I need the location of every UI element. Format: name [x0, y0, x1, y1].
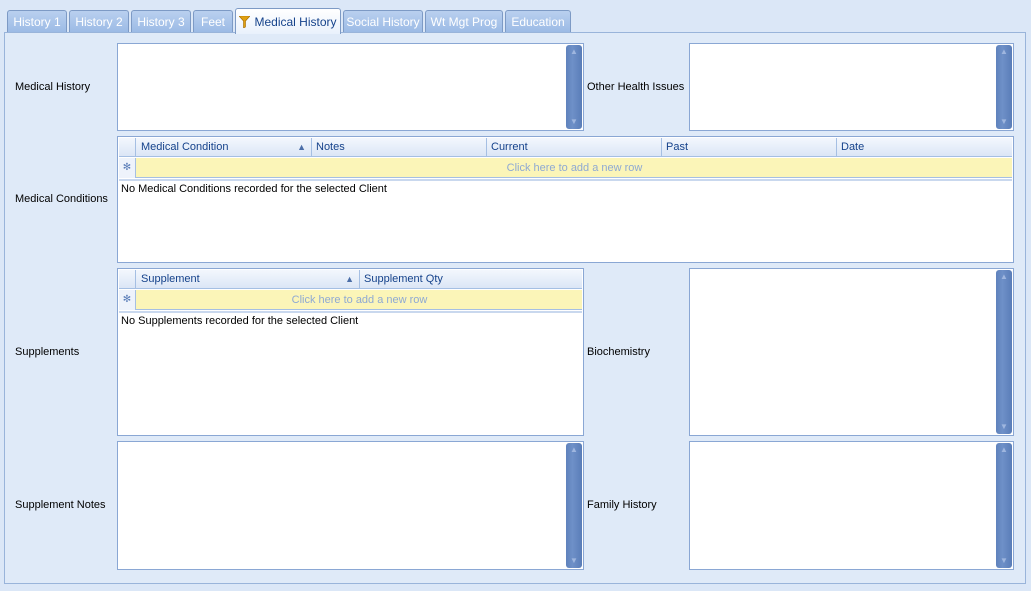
new-row-asterisk-icon: ✻: [119, 158, 136, 178]
column-label: Medical Condition: [141, 141, 229, 153]
scroll-down-icon[interactable]: ▼: [996, 116, 1012, 128]
column-label: Supplement: [141, 273, 200, 285]
biochemistry-memo[interactable]: ▲ ▼: [689, 268, 1014, 436]
sort-ascending-icon: ▲: [345, 274, 354, 284]
tab-label: Medical History: [254, 14, 337, 29]
column-current[interactable]: Current: [487, 138, 662, 157]
column-label: Date: [841, 141, 865, 153]
new-row-prompt[interactable]: Click here to add a new row: [137, 290, 582, 310]
vertical-scrollbar[interactable]: ▲ ▼: [566, 443, 582, 568]
column-supplement[interactable]: Supplement ▲: [137, 270, 360, 289]
vertical-scrollbar[interactable]: ▲ ▼: [996, 45, 1012, 129]
scroll-down-icon[interactable]: ▼: [566, 116, 582, 128]
scroll-up-icon[interactable]: ▲: [996, 46, 1012, 58]
row-indicator-header: [119, 138, 136, 157]
column-supplement-qty[interactable]: Supplement Qty: [360, 270, 582, 289]
scroll-down-icon[interactable]: ▼: [996, 555, 1012, 567]
medical-history-label: Medical History: [15, 81, 91, 93]
tab-social-history[interactable]: Social History: [343, 10, 423, 32]
tab-label: Social History: [346, 14, 420, 29]
tab-label: History 1: [13, 14, 61, 29]
scroll-up-icon[interactable]: ▲: [566, 444, 582, 456]
empty-grid-message: No Medical Conditions recorded for the s…: [121, 183, 387, 195]
supplement-notes-memo[interactable]: ▲ ▼: [117, 441, 584, 570]
scroll-up-icon[interactable]: ▲: [996, 271, 1012, 283]
tab-education[interactable]: Education: [505, 10, 571, 32]
vertical-scrollbar[interactable]: ▲ ▼: [996, 270, 1012, 434]
tab-history-1[interactable]: History 1: [7, 10, 67, 32]
column-date[interactable]: Date: [837, 138, 1012, 157]
medical-conditions-label: Medical Conditions: [15, 193, 108, 205]
scroll-up-icon[interactable]: ▲: [566, 46, 582, 58]
tab-label: Education: [511, 14, 565, 29]
scroll-up-icon[interactable]: ▲: [996, 444, 1012, 456]
tab-label: Feet: [200, 14, 225, 29]
tab-history-2[interactable]: History 2: [69, 10, 129, 32]
new-row-asterisk-icon: ✻: [119, 290, 136, 310]
tab-feet[interactable]: Feet: [193, 10, 233, 32]
column-label: Current: [491, 141, 528, 153]
column-label: Notes: [316, 141, 345, 153]
filter-icon: [238, 15, 252, 28]
medical-history-memo[interactable]: ▲ ▼: [117, 43, 584, 131]
sort-ascending-icon: ▲: [297, 142, 306, 152]
tab-history-3[interactable]: History 3: [131, 10, 191, 32]
divider: [119, 179, 1012, 181]
divider: [119, 311, 582, 313]
scroll-down-icon[interactable]: ▼: [996, 421, 1012, 433]
supplement-notes-label: Supplement Notes: [15, 499, 106, 511]
other-health-issues-memo[interactable]: ▲ ▼: [689, 43, 1014, 131]
tab-wt-mgt-prog[interactable]: Wt Mgt Prog: [425, 10, 503, 32]
scroll-down-icon[interactable]: ▼: [566, 555, 582, 567]
new-row-prompt[interactable]: Click here to add a new row: [137, 158, 1012, 178]
tab-label: History 3: [137, 14, 185, 29]
vertical-scrollbar[interactable]: ▲ ▼: [566, 45, 582, 129]
grid-header: Medical Condition ▲ Notes Current Past D…: [119, 138, 1012, 157]
family-history-label: Family History: [587, 499, 657, 511]
supplements-grid: Supplement ▲ Supplement Qty ✻ Click here…: [117, 268, 584, 436]
biochemistry-label: Biochemistry: [587, 346, 650, 358]
tab-medical-history[interactable]: Medical History: [235, 8, 341, 34]
medical-conditions-grid: Medical Condition ▲ Notes Current Past D…: [117, 136, 1014, 263]
column-medical-condition[interactable]: Medical Condition ▲: [137, 138, 312, 157]
supplements-label: Supplements: [15, 346, 80, 358]
column-label: Past: [666, 141, 689, 153]
grid-header: Supplement ▲ Supplement Qty: [119, 270, 582, 289]
empty-grid-message: No Supplements recorded for the selected…: [121, 315, 359, 327]
tab-page-medical-history: Medical History ▲ ▼ Other Health Issues …: [4, 32, 1026, 584]
new-row[interactable]: ✻ Click here to add a new row: [119, 290, 582, 310]
other-health-issues-label: Other Health Issues: [587, 81, 685, 93]
family-history-memo[interactable]: ▲ ▼: [689, 441, 1014, 570]
vertical-scrollbar[interactable]: ▲ ▼: [996, 443, 1012, 568]
column-notes[interactable]: Notes: [312, 138, 487, 157]
tab-label: History 2: [75, 14, 123, 29]
row-indicator-header: [119, 270, 136, 289]
column-past[interactable]: Past: [662, 138, 837, 157]
column-label: Supplement Qty: [364, 273, 443, 285]
tab-label: Wt Mgt Prog: [430, 14, 498, 29]
new-row[interactable]: ✻ Click here to add a new row: [119, 158, 1012, 178]
